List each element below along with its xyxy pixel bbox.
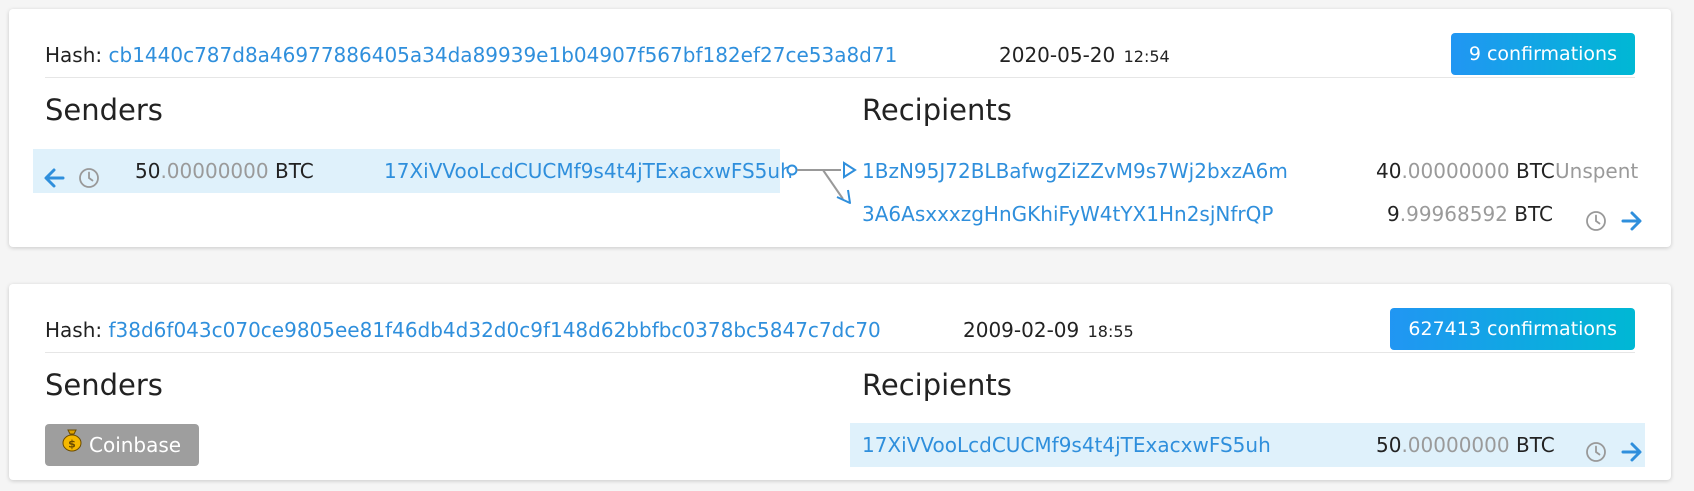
transaction-datetime: 2020-05-20 12:54	[999, 43, 1170, 67]
amount-unit: BTC	[1514, 202, 1553, 226]
coinbase-label: Coinbase	[89, 433, 182, 457]
transaction-card: Hash: cb1440c787d8a46977886405a34da89939…	[9, 9, 1671, 247]
recipient-amount: 9.99968592 BTC	[1387, 192, 1553, 236]
amount-unit: BTC	[1515, 433, 1555, 457]
amount-fraction: .99968592	[1399, 202, 1508, 226]
transaction-header: Hash: f38d6f043c070ce9805ee81f46db4d32d0…	[45, 308, 1635, 353]
amount-unit: BTC	[274, 159, 314, 183]
transaction-time: 18:55	[1087, 322, 1134, 341]
senders-title: Senders	[45, 368, 163, 402]
amount-integer: 50	[135, 159, 161, 183]
transaction-hash-link[interactable]: cb1440c787d8a46977886405a34da89939e1b049…	[109, 43, 898, 67]
clock-icon[interactable]	[78, 160, 100, 188]
recipient-address-link[interactable]: 1BzN95J72BLBafwgZiZZvM9s7Wj2bxzA6m	[862, 149, 1288, 193]
output-status: Unspent	[1555, 159, 1639, 183]
transaction-time: 12:54	[1123, 47, 1170, 66]
recipients-title: Recipients	[862, 368, 1012, 402]
recipient-amount: 50.00000000 BTC	[1376, 423, 1555, 467]
arrow-right-icon[interactable]	[1621, 434, 1643, 462]
hash-label: Hash:	[45, 43, 103, 67]
confirmations-badge[interactable]: 9 confirmations	[1450, 33, 1635, 75]
recipients-title: Recipients	[862, 93, 1012, 127]
arrow-left-icon[interactable]	[43, 160, 65, 188]
recipient-amount: 40.00000000 BTC	[1376, 149, 1555, 193]
recipient-row: 17XiVVooLcdCUCMf9s4t4jTExacxwFS5uh 50.00…	[850, 423, 1645, 467]
amount-integer: 50	[1376, 433, 1402, 457]
money-bag-icon: $	[61, 424, 83, 466]
transaction-header: Hash: cb1440c787d8a46977886405a34da89939…	[45, 33, 1635, 78]
hash-line: Hash: f38d6f043c070ce9805ee81f46db4d32d0…	[45, 318, 881, 342]
transaction-hash-link[interactable]: f38d6f043c070ce9805ee81f46db4d32d0c9f148…	[109, 318, 881, 342]
svg-text:$: $	[68, 437, 76, 450]
transaction-date: 2020-05-20	[999, 43, 1116, 67]
arrow-right-icon[interactable]	[1621, 203, 1643, 231]
hash-label: Hash:	[45, 318, 103, 342]
amount-fraction: .00000000	[1401, 159, 1510, 183]
coinbase-badge: $ Coinbase	[45, 424, 200, 466]
confirmations-badge[interactable]: 627413 confirmations	[1390, 308, 1635, 350]
hash-line: Hash: cb1440c787d8a46977886405a34da89939…	[45, 43, 897, 67]
clock-icon[interactable]	[1585, 203, 1607, 231]
recipient-row: 3A6AsxxxzgHnGKhiFyW4tYX1Hn2sjNfrQP 9.999…	[862, 192, 1662, 236]
flow-arrows-icon	[786, 161, 857, 204]
transaction-datetime: 2009-02-09 18:55	[963, 318, 1134, 342]
recipient-address-link[interactable]: 3A6AsxxxzgHnGKhiFyW4tYX1Hn2sjNfrQP	[862, 192, 1273, 236]
transaction-date: 2009-02-09	[963, 318, 1080, 342]
amount-integer: 9	[1387, 202, 1400, 226]
senders-title: Senders	[45, 93, 163, 127]
sender-address-link[interactable]: 17XiVVooLcdCUCMf9s4t4jTExacxwFS5uh	[384, 149, 793, 193]
recipient-row: 1BzN95J72BLBafwgZiZZvM9s7Wj2bxzA6m 40.00…	[862, 149, 1662, 193]
transaction-card: Hash: f38d6f043c070ce9805ee81f46db4d32d0…	[9, 284, 1671, 480]
amount-fraction: .00000000	[1401, 433, 1510, 457]
sender-row: 50.00000000 BTC 17XiVVooLcdCUCMf9s4t4jTE…	[33, 149, 793, 193]
sender-amount: 50.00000000 BTC	[135, 149, 314, 193]
clock-icon[interactable]	[1585, 434, 1607, 462]
amount-unit: BTC	[1515, 159, 1555, 183]
amount-fraction: .00000000	[160, 159, 269, 183]
recipient-address-link[interactable]: 17XiVVooLcdCUCMf9s4t4jTExacxwFS5uh	[862, 423, 1271, 467]
amount-integer: 40	[1376, 159, 1402, 183]
